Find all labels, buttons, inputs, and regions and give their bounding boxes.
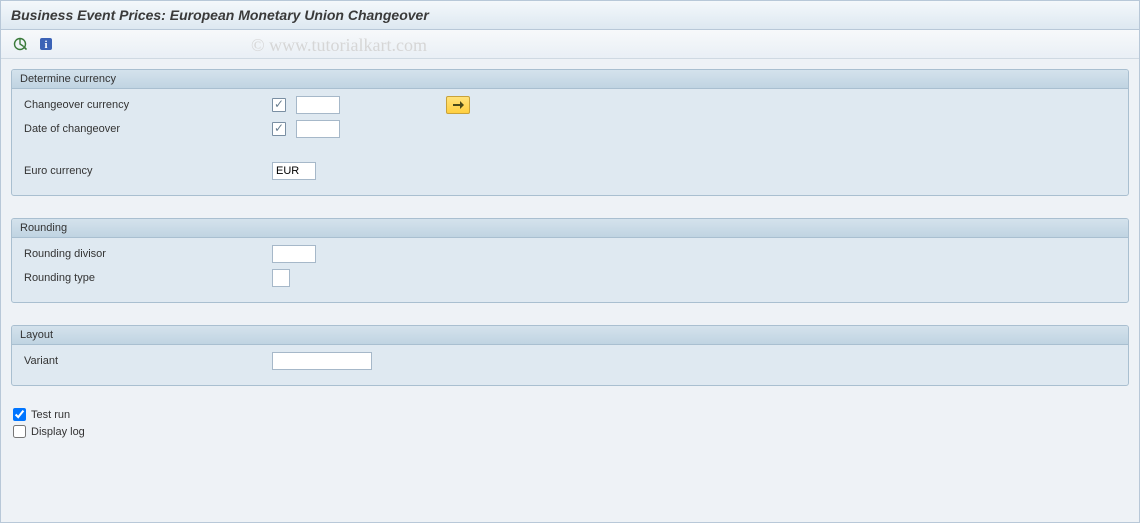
- info-icon: i: [39, 37, 53, 51]
- page-title: Business Event Prices: European Monetary…: [1, 1, 1139, 30]
- toolbar: i: [1, 30, 1139, 59]
- euro-currency-label: Euro currency: [22, 165, 272, 177]
- info-button[interactable]: i: [35, 34, 57, 54]
- euro-currency-input[interactable]: [272, 162, 316, 180]
- display-log-checkbox[interactable]: [13, 425, 26, 438]
- test-run-row: Test run: [13, 408, 1129, 421]
- variant-input[interactable]: [272, 352, 372, 370]
- changeover-currency-input[interactable]: [296, 96, 340, 114]
- required-check-icon: [272, 98, 286, 112]
- group-determine-currency: Determine currency Changeover currency: [11, 69, 1129, 196]
- variant-label: Variant: [22, 355, 272, 367]
- group-rounding: Rounding Rounding divisor Rounding type: [11, 218, 1129, 303]
- rounding-divisor-input[interactable]: [272, 245, 316, 263]
- display-log-label[interactable]: Display log: [31, 426, 85, 438]
- content-area: Determine currency Changeover currency: [1, 59, 1139, 522]
- date-of-changeover-input[interactable]: [296, 120, 340, 138]
- test-run-label[interactable]: Test run: [31, 409, 70, 421]
- group-layout: Layout Variant: [11, 325, 1129, 386]
- required-check-icon: [272, 122, 286, 136]
- execute-icon: [13, 37, 27, 51]
- display-log-row: Display log: [13, 425, 1129, 438]
- multiple-selection-button[interactable]: [446, 96, 470, 114]
- rounding-type-label: Rounding type: [22, 272, 272, 284]
- group-header-currency: Determine currency: [12, 70, 1128, 89]
- rounding-type-input[interactable]: [272, 269, 290, 287]
- arrow-right-icon: [452, 100, 464, 110]
- group-header-layout: Layout: [12, 326, 1128, 345]
- group-header-rounding: Rounding: [12, 219, 1128, 238]
- date-of-changeover-label: Date of changeover: [22, 123, 272, 135]
- test-run-checkbox[interactable]: [13, 408, 26, 421]
- changeover-currency-label: Changeover currency: [22, 99, 272, 111]
- execute-button[interactable]: [9, 34, 31, 54]
- svg-text:i: i: [44, 39, 47, 51]
- rounding-divisor-label: Rounding divisor: [22, 248, 272, 260]
